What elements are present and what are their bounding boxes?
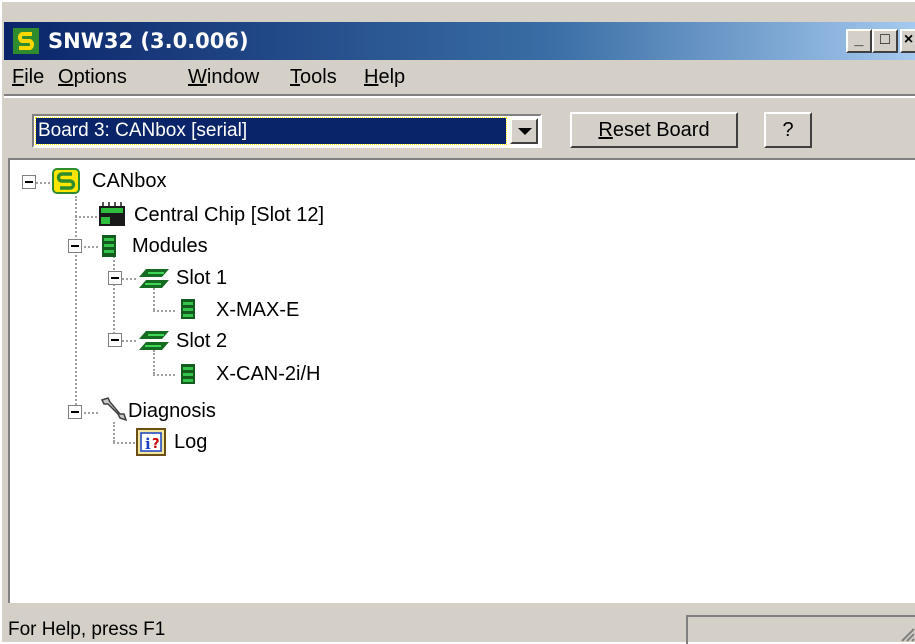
application-window: SNW32 (3.0.006) _ □ × File Options Windo… xyxy=(0,0,915,644)
menu-file[interactable]: File xyxy=(12,66,44,88)
tree-node-label: Modules xyxy=(132,235,208,257)
snw-app-icon xyxy=(13,28,39,54)
title-bar[interactable]: SNW32 (3.0.006) _ □ × xyxy=(4,22,915,60)
tree-node-label: Diagnosis xyxy=(128,400,216,422)
tree-node-slot-2[interactable]: Slot 2 xyxy=(10,327,310,355)
tree-node-label: X-CAN-2i/H xyxy=(216,363,321,385)
menu-tools[interactable]: Tools xyxy=(290,66,337,88)
menu-bar: File Options Window Tools Help xyxy=(4,60,915,94)
tree-node-label: Slot 1 xyxy=(176,267,228,289)
tree-node-label: Central Chip [Slot 12] xyxy=(134,204,325,226)
tree-node-slot-1[interactable]: Slot 1 xyxy=(10,264,310,292)
status-panel xyxy=(686,615,915,644)
minimize-button[interactable]: _ xyxy=(846,29,872,53)
status-bar: For Help, press F1 xyxy=(4,605,915,644)
menu-help[interactable]: Help xyxy=(364,66,405,88)
tree-node-label: Slot 2 xyxy=(176,330,228,352)
tree-node-x-max-e[interactable]: X-MAX-E xyxy=(10,296,410,324)
window-title: SNW32 (3.0.006) xyxy=(48,29,249,53)
board-select[interactable]: Board 3: CANbox [serial] xyxy=(32,114,542,148)
tree-node-label: CANbox xyxy=(92,170,167,192)
maximize-button[interactable]: □ xyxy=(872,29,898,53)
tree-node-x-can-2i-h[interactable]: X-CAN-2i/H xyxy=(10,360,410,388)
resize-grip-icon[interactable] xyxy=(899,626,915,642)
tree-node-canbox[interactable]: CANbox xyxy=(10,167,310,195)
menu-window[interactable]: Window xyxy=(188,66,259,88)
tree-node-modules[interactable]: Modules xyxy=(10,232,310,260)
help-button[interactable]: ? xyxy=(764,112,812,148)
tree-node-diagnosis[interactable]: Diagnosis xyxy=(10,397,310,425)
toolbar: Board 3: CANbox [serial] Reset Board ? xyxy=(4,94,915,156)
reset-board-button[interactable]: Reset Board xyxy=(570,112,738,148)
close-button[interactable]: × xyxy=(900,29,915,53)
status-text: For Help, press F1 xyxy=(8,619,166,640)
tree-node-label: Log xyxy=(174,431,208,453)
board-select-value: Board 3: CANbox [serial] xyxy=(35,117,507,145)
tree-node-central-chip[interactable]: Central Chip [Slot 12] xyxy=(10,201,410,229)
device-tree[interactable]: CANbox Central Chip [Slot 12] Modules Sl… xyxy=(8,158,915,603)
tree-node-log[interactable]: Log xyxy=(10,428,310,456)
menu-options[interactable]: Options xyxy=(58,66,127,88)
tree-node-label: X-MAX-E xyxy=(216,299,300,321)
chevron-down-icon[interactable] xyxy=(510,118,538,144)
